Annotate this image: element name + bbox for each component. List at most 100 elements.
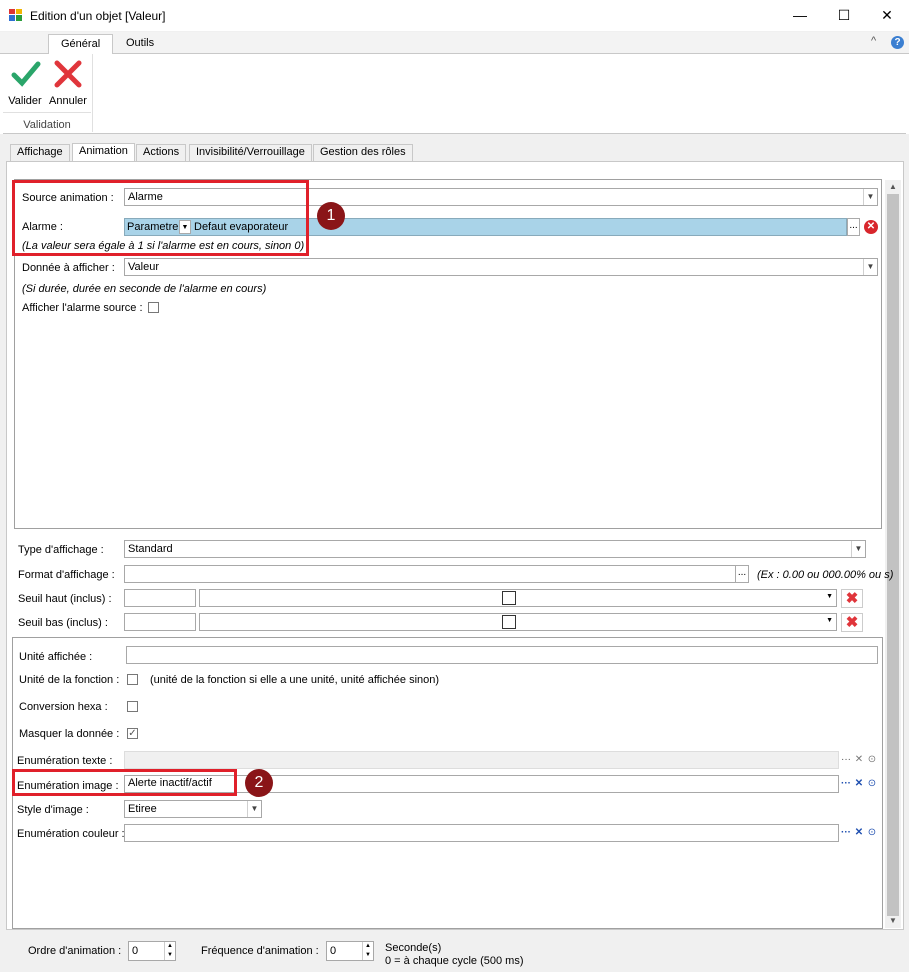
validate-label: Valider xyxy=(8,95,42,107)
low-threshold-color-select[interactable]: ▼ xyxy=(199,613,837,631)
image-style-value: Etiree xyxy=(128,803,157,815)
color-enum-browse-icon[interactable]: ··· xyxy=(840,827,852,840)
chevron-down-icon: ▼ xyxy=(247,801,261,817)
clear-high-threshold-icon[interactable]: ✖ xyxy=(841,589,863,608)
animation-order-value: 0 xyxy=(132,945,139,957)
high-threshold-input[interactable] xyxy=(124,589,196,607)
image-enum-clear-icon[interactable]: ✕ xyxy=(853,778,865,791)
color-enum-label: Enumération couleur : xyxy=(17,828,125,840)
data-to-display-label: Donnée à afficher : xyxy=(22,262,115,274)
clear-alarm-icon[interactable]: ✕ xyxy=(864,220,878,234)
animation-frequency-value: 0 xyxy=(330,945,337,957)
color-enum-go-icon[interactable]: ⊙ xyxy=(866,827,878,840)
ribbon-group-divider xyxy=(3,112,91,113)
color-swatch xyxy=(502,591,516,605)
display-format-label: Format d'affichage : xyxy=(18,569,115,581)
animation-order-label: Ordre d'animation : xyxy=(28,945,122,957)
tab-invisibilite[interactable]: Invisibilité/Verrouillage xyxy=(189,144,312,161)
image-enum-go-icon[interactable]: ⊙ xyxy=(866,778,878,791)
cycle-note: 0 = à chaque cycle (500 ms) xyxy=(385,955,524,967)
high-threshold-label: Seuil haut (inclus) : xyxy=(18,593,112,605)
ribbon-group-separator xyxy=(92,54,93,132)
show-source-alarm-label: Afficher l'alarme source : xyxy=(22,302,143,314)
tab-animation[interactable]: Animation xyxy=(72,143,135,162)
window-title: Edition d'un objet [Valeur] xyxy=(30,9,166,23)
help-icon[interactable]: ? xyxy=(891,36,904,49)
ribbon-group-label: Validation xyxy=(23,119,71,131)
scrollbar[interactable]: ▲ ▼ xyxy=(885,180,901,928)
highlight-box-2 xyxy=(12,769,237,796)
display-type-label: Type d'affichage : xyxy=(18,544,104,556)
scroll-up-icon[interactable]: ▲ xyxy=(885,180,901,194)
display-type-value: Standard xyxy=(128,543,173,555)
mask-data-checkbox[interactable]: ✓ xyxy=(127,728,138,739)
displayed-unit-label: Unité affichée : xyxy=(19,651,93,663)
alarm-browse-button[interactable]: ... xyxy=(847,218,860,236)
title-bar: Edition d'un objet [Valeur] — ☐ ✕ xyxy=(0,0,909,32)
tab-affichage[interactable]: Affichage xyxy=(10,144,70,161)
image-enum-browse-icon[interactable]: ··· xyxy=(840,778,852,791)
display-format-input[interactable] xyxy=(124,565,736,583)
function-unit-label: Unité de la fonction : xyxy=(19,674,120,686)
highlight-box-1 xyxy=(12,180,309,256)
animation-order-spinner[interactable]: 0 ▲ ▼ xyxy=(128,941,176,961)
data-to-display-select[interactable]: Valeur ▼ xyxy=(124,258,878,276)
ribbon-tab-general[interactable]: Général xyxy=(48,34,114,55)
text-enum-input[interactable] xyxy=(124,751,839,769)
color-enum-clear-icon[interactable]: ✕ xyxy=(853,827,865,840)
seconds-label: Seconde(s) xyxy=(385,942,442,954)
image-style-select[interactable]: Etiree ▼ xyxy=(124,800,262,818)
scrollbar-thumb[interactable] xyxy=(887,194,899,916)
chevron-down-icon: ▼ xyxy=(863,189,877,205)
function-unit-note: (unité de la fonction si elle a une unit… xyxy=(150,674,440,686)
text-enum-go-icon[interactable]: ⊙ xyxy=(866,754,878,767)
tab-gestion-roles[interactable]: Gestion des rôles xyxy=(313,144,413,161)
app-icon xyxy=(9,9,22,21)
function-unit-checkbox[interactable] xyxy=(127,674,138,685)
low-threshold-input[interactable] xyxy=(124,613,196,631)
color-enum-input[interactable] xyxy=(124,824,839,842)
chevron-down-icon: ▼ xyxy=(851,541,865,557)
scroll-down-icon[interactable]: ▼ xyxy=(885,914,901,928)
display-type-select[interactable]: Standard ▼ xyxy=(124,540,866,558)
tab-actions[interactable]: Actions xyxy=(136,144,187,161)
close-button[interactable]: ✕ xyxy=(864,0,909,31)
ribbon-tab-outils[interactable]: Outils xyxy=(114,34,166,55)
data-to-display-value: Valeur xyxy=(128,261,159,273)
clear-low-threshold-icon[interactable]: ✖ xyxy=(841,613,863,632)
image-style-label: Style d'image : xyxy=(17,804,89,816)
format-browse-button[interactable]: ... xyxy=(735,565,749,583)
hexa-conversion-label: Conversion hexa : xyxy=(19,701,108,713)
spinner-arrows-icon[interactable]: ▲ ▼ xyxy=(164,942,175,960)
data-note: (Si durée, durée en seconde de l'alarme … xyxy=(22,283,267,295)
cross-icon xyxy=(54,60,82,88)
animation-frequency-label: Fréquence d'animation : xyxy=(201,945,319,957)
validate-button[interactable]: Valider xyxy=(6,58,44,108)
step-badge-2: 2 xyxy=(245,769,273,797)
checkmark-icon xyxy=(11,61,41,87)
step-badge-1: 1 xyxy=(317,202,345,230)
displayed-unit-input[interactable] xyxy=(126,646,878,664)
ribbon-tab-bar: Général Outils ^ ? xyxy=(0,32,909,55)
maximize-button[interactable]: ☐ xyxy=(821,0,867,31)
high-threshold-color-select[interactable]: ▼ xyxy=(199,589,837,607)
text-enum-label: Enumération texte : xyxy=(17,755,113,767)
text-enum-clear-icon[interactable]: ✕ xyxy=(853,754,865,767)
minimize-button[interactable]: — xyxy=(777,0,823,31)
chevron-down-icon: ▼ xyxy=(863,259,877,275)
chevron-down-icon: ▼ xyxy=(826,593,833,600)
ribbon-panel: Valider Annuler Validation xyxy=(3,54,906,134)
ribbon-collapse-icon[interactable]: ^ xyxy=(871,35,876,47)
cancel-label: Annuler xyxy=(49,95,87,107)
mask-data-label: Masquer la donnée : xyxy=(19,728,120,740)
show-source-alarm-checkbox[interactable] xyxy=(148,302,159,313)
hexa-conversion-checkbox[interactable] xyxy=(127,701,138,712)
cancel-button[interactable]: Annuler xyxy=(47,58,89,108)
text-enum-browse-icon[interactable]: ··· xyxy=(840,754,852,767)
spinner-arrows-icon[interactable]: ▲ ▼ xyxy=(362,942,373,960)
animation-frequency-spinner[interactable]: 0 ▲ ▼ xyxy=(326,941,374,961)
color-swatch xyxy=(502,615,516,629)
format-hint: (Ex : 0.00 ou 000.00% ou s) xyxy=(757,569,894,581)
low-threshold-label: Seuil bas (inclus) : xyxy=(18,617,108,629)
chevron-down-icon: ▼ xyxy=(826,617,833,624)
